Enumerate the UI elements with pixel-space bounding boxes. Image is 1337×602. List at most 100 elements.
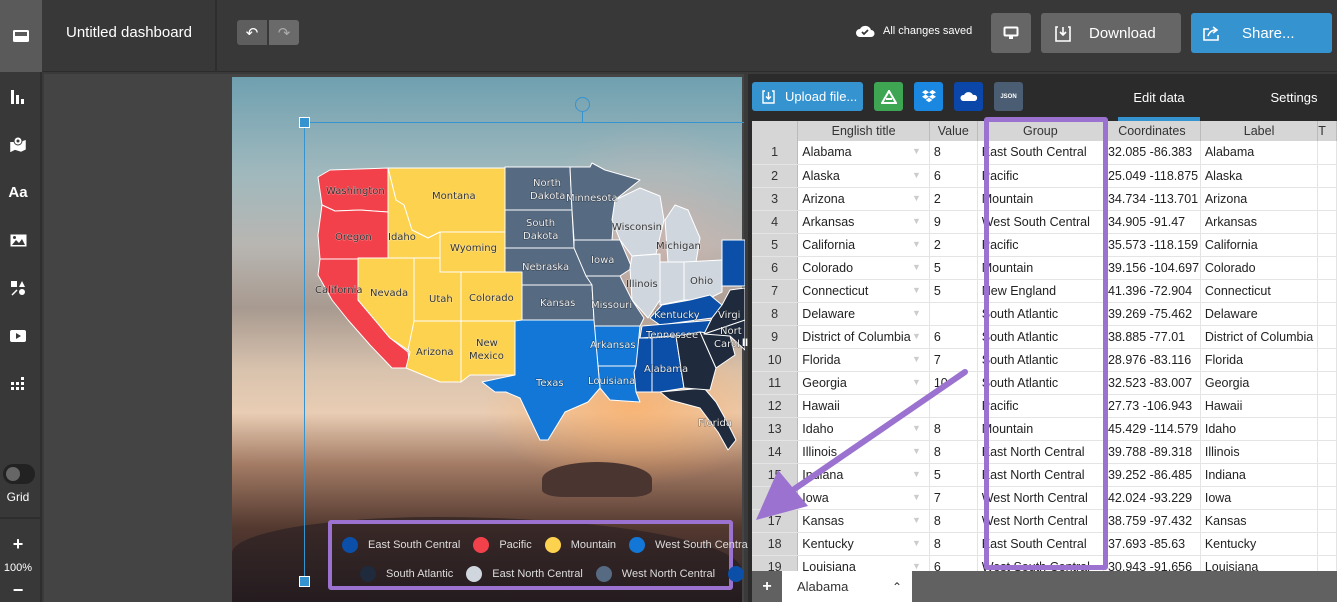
cell-english-title[interactable]: District of Columbia ▼: [797, 325, 930, 349]
cell-label[interactable]: Louisiana: [1200, 555, 1319, 571]
cell-english-title[interactable]: Kansas ▼: [797, 509, 930, 533]
row-number[interactable]: 4: [752, 210, 799, 234]
cell-label[interactable]: Illinois: [1200, 440, 1319, 464]
cell-coordinates[interactable]: 42.024 -93.229: [1103, 486, 1201, 510]
dropdown-icon[interactable]: ▼: [912, 515, 921, 525]
cell-group[interactable]: South Atlantic: [977, 325, 1104, 349]
cell-empty[interactable]: [1317, 302, 1337, 326]
row-number[interactable]: 18: [752, 532, 799, 556]
cell-coordinates[interactable]: 28.976 -83.116: [1103, 348, 1201, 372]
cell-coordinates[interactable]: 39.252 -86.485: [1103, 463, 1201, 487]
cell-coordinates[interactable]: 34.905 -91.47: [1103, 210, 1201, 234]
legend-item[interactable]: West North Central: [595, 566, 715, 582]
cell-coordinates[interactable]: 27.73 -106.943: [1103, 394, 1201, 418]
column-header[interactable]: [752, 121, 799, 141]
cell-coordinates[interactable]: 38.759 -97.432: [1103, 509, 1201, 533]
dropdown-icon[interactable]: ▼: [912, 146, 921, 156]
cell-value[interactable]: 2: [929, 187, 978, 211]
cell-label[interactable]: Kansas: [1200, 509, 1319, 533]
cell-english-title[interactable]: Indiana ▼: [797, 463, 930, 487]
dropdown-icon[interactable]: ▼: [912, 354, 921, 364]
row-number[interactable]: 15: [752, 463, 799, 487]
cell-empty[interactable]: [1317, 187, 1337, 211]
cell-english-title[interactable]: Delaware ▼: [797, 302, 930, 326]
dropdown-icon[interactable]: ▼: [912, 308, 921, 318]
cell-english-title[interactable]: Arizona ▼: [797, 187, 930, 211]
row-number[interactable]: 11: [752, 371, 799, 395]
cell-english-title[interactable]: Idaho ▼: [797, 417, 930, 441]
cell-coordinates[interactable]: 30.943 -91.656: [1103, 555, 1201, 571]
cell-group[interactable]: South Atlantic: [977, 348, 1104, 372]
map-legend[interactable]: East South Central Pacific Mountain West So…: [328, 520, 780, 590]
cell-coordinates[interactable]: 32.085 -86.383: [1103, 141, 1201, 165]
cell-empty[interactable]: [1317, 325, 1337, 349]
state-michigan[interactable]: [664, 204, 701, 263]
legend-item[interactable]: East North Central: [466, 566, 583, 582]
cell-group[interactable]: Pacific: [977, 164, 1104, 188]
row-number[interactable]: 13: [752, 417, 799, 441]
dropdown-icon[interactable]: ▼: [912, 561, 921, 571]
onedrive-button[interactable]: [954, 82, 983, 111]
cell-value[interactable]: 9: [929, 210, 978, 234]
json-button[interactable]: JSON: [994, 82, 1023, 111]
cell-english-title[interactable]: Hawaii ▼: [797, 394, 930, 418]
cell-value[interactable]: 8: [929, 417, 978, 441]
cell-group[interactable]: East South Central: [977, 141, 1104, 165]
column-header[interactable]: Coordinates: [1103, 121, 1201, 141]
row-number[interactable]: 7: [752, 279, 799, 303]
cell-empty[interactable]: [1317, 463, 1337, 487]
cell-group[interactable]: New England: [977, 279, 1104, 303]
upload-file-button[interactable]: Upload file...: [752, 82, 863, 111]
cell-value[interactable]: 10: [929, 371, 978, 395]
cell-empty[interactable]: [1317, 486, 1337, 510]
cell-group[interactable]: West South Central: [977, 555, 1104, 571]
legend-item[interactable]: Mountain: [544, 537, 616, 553]
cell-coordinates[interactable]: 45.429 -114.579: [1103, 417, 1201, 441]
legend-item[interactable]: Pacific: [473, 537, 532, 553]
cell-label[interactable]: California: [1200, 233, 1319, 257]
cell-label[interactable]: District of Columbia: [1200, 325, 1319, 349]
cell-value[interactable]: 6: [929, 325, 978, 349]
cell-group[interactable]: Mountain: [977, 256, 1104, 280]
state-pennsylvania[interactable]: [721, 239, 745, 287]
cell-empty[interactable]: [1317, 371, 1337, 395]
cell-empty[interactable]: [1317, 210, 1337, 234]
cell-label[interactable]: Arizona: [1200, 187, 1319, 211]
cell-label[interactable]: Florida: [1200, 348, 1319, 372]
cell-label[interactable]: Arkansas: [1200, 210, 1319, 234]
cell-coordinates[interactable]: 32.523 -83.007: [1103, 371, 1201, 395]
cell-group[interactable]: Pacific: [977, 233, 1104, 257]
cell-value[interactable]: 2: [929, 233, 978, 257]
dropdown-icon[interactable]: ▼: [912, 216, 921, 226]
cell-label[interactable]: Alabama: [1200, 141, 1319, 165]
cell-group[interactable]: Mountain: [977, 187, 1104, 211]
cell-group[interactable]: West North Central: [977, 486, 1104, 510]
tab-settings[interactable]: Settings: [1258, 74, 1330, 121]
cell-empty[interactable]: [1317, 417, 1337, 441]
cell-empty[interactable]: [1317, 233, 1337, 257]
cell-english-title[interactable]: Florida ▼: [797, 348, 930, 372]
cell-coordinates[interactable]: 34.734 -113.701: [1103, 187, 1201, 211]
column-header[interactable]: T: [1317, 121, 1337, 141]
cell-group[interactable]: Mountain: [977, 417, 1104, 441]
row-number[interactable]: 12: [752, 394, 799, 418]
cell-english-title[interactable]: Arkansas ▼: [797, 210, 930, 234]
share-button[interactable]: Share...: [1191, 13, 1332, 53]
cell-value[interactable]: 8: [929, 440, 978, 464]
cell-value[interactable]: 8: [929, 532, 978, 556]
dropdown-icon[interactable]: ▼: [912, 377, 921, 387]
cell-coordinates[interactable]: 35.573 -118.159: [1103, 233, 1201, 257]
cell-english-title[interactable]: California ▼: [797, 233, 930, 257]
row-number[interactable]: 2: [752, 164, 799, 188]
cell-label[interactable]: Kentucky: [1200, 532, 1319, 556]
cell-english-title[interactable]: Louisiana ▼: [797, 555, 930, 571]
cell-label[interactable]: Indiana: [1200, 463, 1319, 487]
cell-group[interactable]: West South Central: [977, 210, 1104, 234]
column-header[interactable]: English title: [797, 121, 930, 141]
chevron-up-icon[interactable]: ⌃: [892, 580, 902, 594]
cell-english-title[interactable]: Colorado ▼: [797, 256, 930, 280]
dropdown-icon[interactable]: ▼: [912, 423, 921, 433]
cell-value[interactable]: 6: [929, 164, 978, 188]
cell-english-title[interactable]: Alaska ▼: [797, 164, 930, 188]
row-number[interactable]: 17: [752, 509, 799, 533]
